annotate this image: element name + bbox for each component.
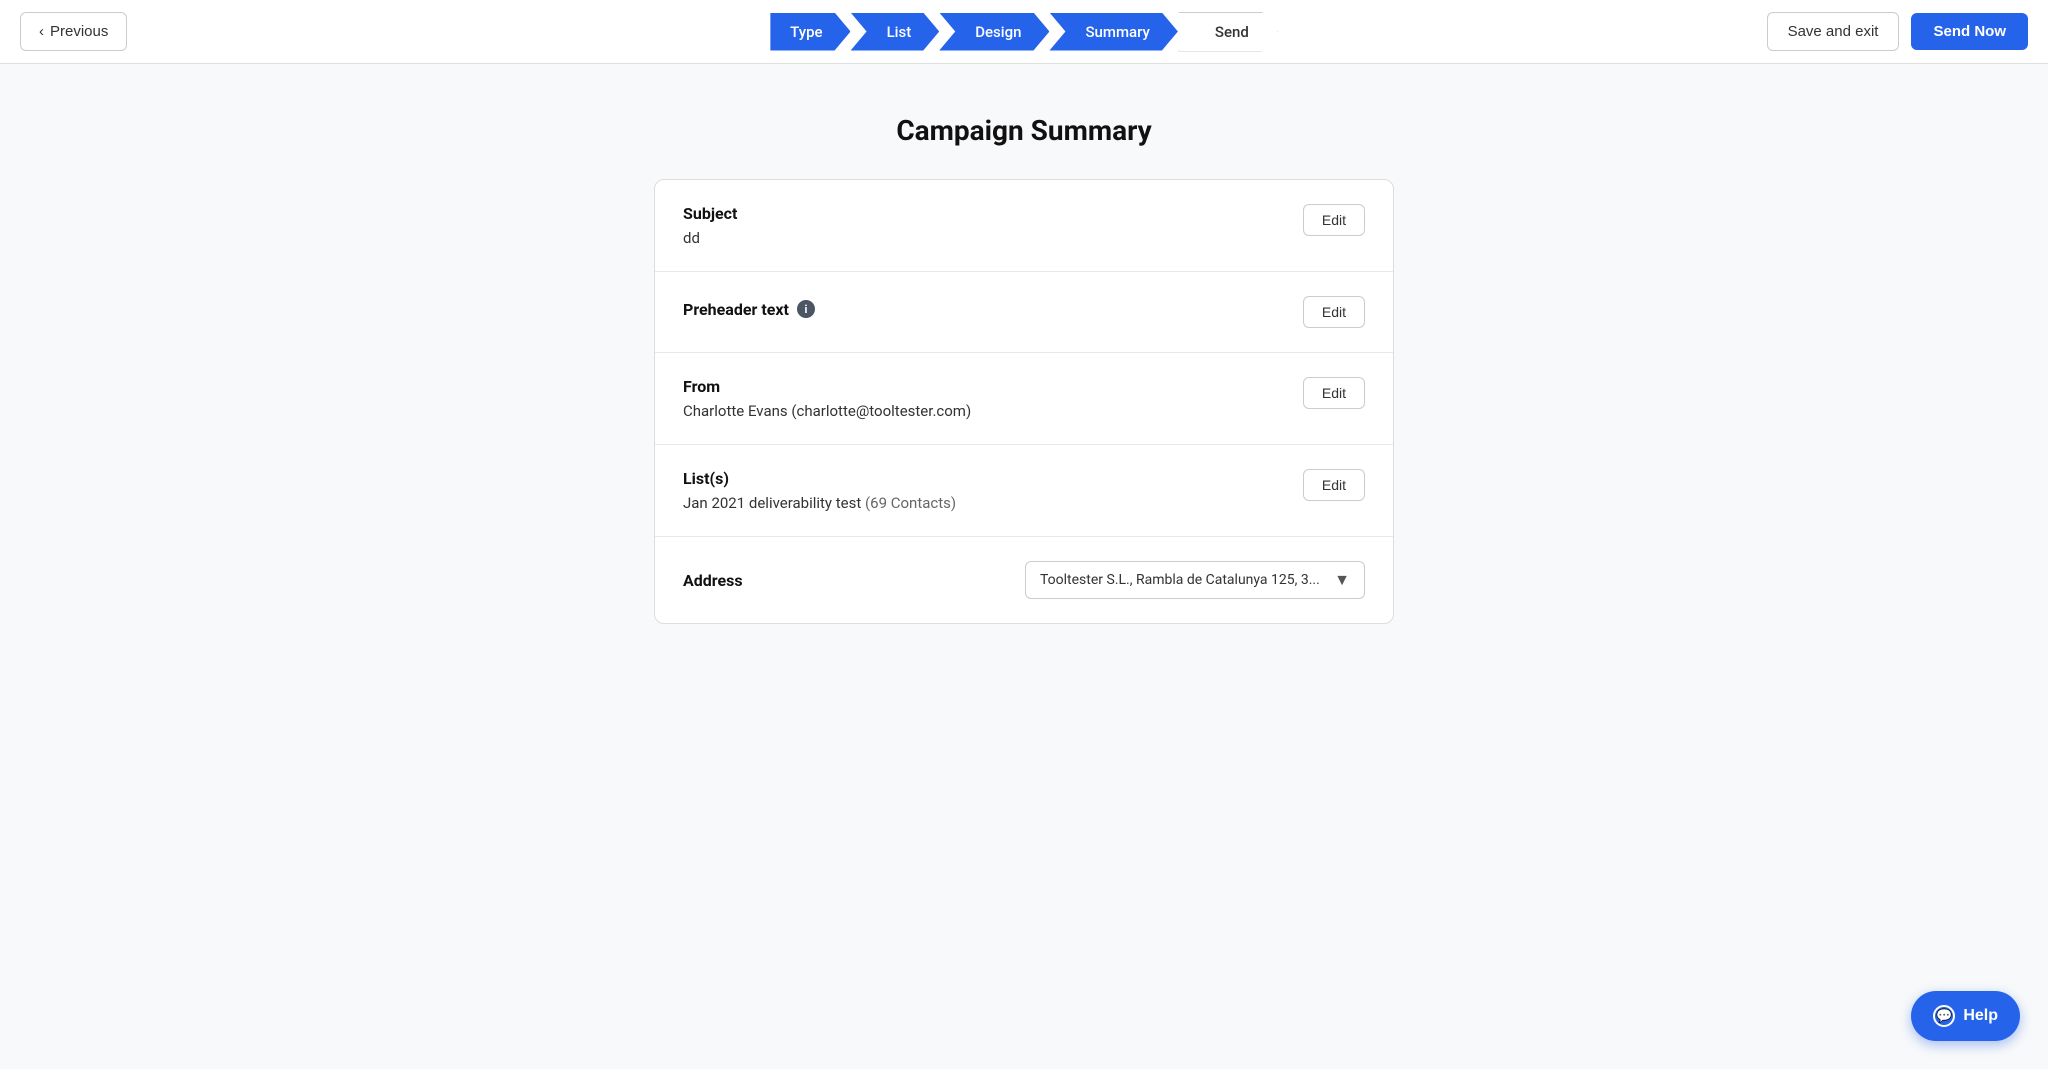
previous-label: Previous <box>50 23 108 40</box>
step-type[interactable]: Type <box>770 13 850 51</box>
step-design[interactable]: Design <box>939 13 1049 51</box>
from-section: From Charlotte Evans (charlotte@tooltest… <box>683 377 971 420</box>
stepper: Type List Design Summary Send <box>770 12 1278 52</box>
main-content: Campaign Summary Subject dd Edit Pre <box>0 64 2048 1069</box>
save-exit-button[interactable]: Save and exit <box>1767 12 1900 51</box>
preheader-edit-button[interactable]: Edit <box>1303 296 1365 328</box>
step-summary-label[interactable]: Summary <box>1049 13 1177 51</box>
address-label: Address <box>683 571 743 590</box>
subject-row: Subject dd Edit <box>655 180 1393 272</box>
preheader-row-content: Preheader text i Edit <box>683 296 1365 328</box>
page-title: Campaign Summary <box>654 114 1394 147</box>
summary-card: Subject dd Edit Preheader text i <box>654 179 1394 624</box>
header-right: Save and exit Send Now <box>1767 12 2028 51</box>
contacts-count: (69 Contacts) <box>865 494 956 512</box>
info-icon[interactable]: i <box>797 300 815 318</box>
subject-edit-button[interactable]: Edit <box>1303 204 1365 236</box>
from-row: From Charlotte Evans (charlotte@tooltest… <box>655 353 1393 445</box>
step-list[interactable]: List <box>851 13 940 51</box>
help-icon: 💬 <box>1933 1005 1955 1027</box>
chevron-left-icon: ‹ <box>39 23 44 40</box>
content-area: Campaign Summary Subject dd Edit Pre <box>654 114 1394 1019</box>
address-row: Address Tooltester S.L., Rambla de Catal… <box>655 537 1393 623</box>
from-row-content: From Charlotte Evans (charlotte@tooltest… <box>683 377 1365 420</box>
address-row-content: Address Tooltester S.L., Rambla de Catal… <box>683 561 1365 599</box>
lists-row: List(s) Jan 2021 deliverability test (69… <box>655 445 1393 537</box>
step-type-label[interactable]: Type <box>770 13 850 51</box>
header: ‹ Previous Type List Design Summary Send… <box>0 0 2048 64</box>
help-button[interactable]: 💬 Help <box>1911 991 2020 1041</box>
subject-section: Subject dd <box>683 204 737 247</box>
dropdown-arrow-icon: ▼ <box>1334 570 1350 590</box>
help-label: Help <box>1963 1007 1998 1025</box>
subject-value: dd <box>683 229 737 247</box>
lists-value: Jan 2021 deliverability test (69 Contact… <box>683 494 956 512</box>
preheader-row: Preheader text i Edit <box>655 272 1393 353</box>
preheader-label: Preheader text i <box>683 300 815 319</box>
lists-label: List(s) <box>683 469 956 488</box>
send-now-button[interactable]: Send Now <box>1911 13 2028 50</box>
from-label: From <box>683 377 971 396</box>
from-edit-button[interactable]: Edit <box>1303 377 1365 409</box>
step-list-label[interactable]: List <box>851 13 940 51</box>
previous-button[interactable]: ‹ Previous <box>20 12 127 51</box>
address-dropdown-value: Tooltester S.L., Rambla de Catalunya 125… <box>1040 572 1320 588</box>
step-summary[interactable]: Summary <box>1049 13 1177 51</box>
step-send[interactable]: Send <box>1178 12 1278 52</box>
lists-section: List(s) Jan 2021 deliverability test (69… <box>683 469 956 512</box>
step-design-label[interactable]: Design <box>939 13 1049 51</box>
lists-edit-button[interactable]: Edit <box>1303 469 1365 501</box>
subject-label: Subject <box>683 204 737 223</box>
preheader-section: Preheader text i <box>683 300 815 325</box>
subject-row-content: Subject dd Edit <box>683 204 1365 247</box>
list-name: Jan 2021 deliverability test <box>683 494 861 512</box>
from-value: Charlotte Evans (charlotte@tooltester.co… <box>683 402 971 420</box>
lists-row-content: List(s) Jan 2021 deliverability test (69… <box>683 469 1365 512</box>
step-send-label[interactable]: Send <box>1178 12 1278 52</box>
address-dropdown[interactable]: Tooltester S.L., Rambla de Catalunya 125… <box>1025 561 1365 599</box>
